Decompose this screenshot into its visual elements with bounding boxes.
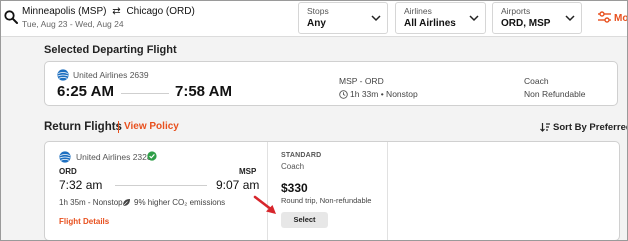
search-dates: Tue, Aug 23 - Wed, Aug 24 xyxy=(22,19,124,29)
depart-time: 7:32 am xyxy=(59,178,103,192)
emissions-info: 9% higher CO₂ emissions xyxy=(134,198,226,207)
filter-label: Stops xyxy=(307,6,329,16)
stops-filter[interactable]: Stops Any xyxy=(298,2,388,34)
select-button[interactable]: Select xyxy=(281,212,328,228)
selected-departing-title: Selected Departing Flight xyxy=(44,44,177,56)
return-flights-title: Return Flights xyxy=(44,121,122,133)
fare-terms: Round trip, Non-refundable xyxy=(281,196,372,205)
flight-results-page: Minneapolis (MSP) ⇄ Chicago (ORD) Tue, A… xyxy=(0,0,628,241)
search-route[interactable]: Minneapolis (MSP) ⇄ Chicago (ORD) xyxy=(22,6,195,17)
duration-text: 1h 33m • Nonstop xyxy=(350,89,418,99)
chevron-down-icon xyxy=(565,15,575,22)
clock-icon xyxy=(339,90,348,99)
view-policy-link[interactable]: View Policy xyxy=(118,121,179,133)
filter-label: Airports xyxy=(501,6,531,16)
filter-label: Airlines xyxy=(404,6,432,16)
destination-text: Chicago (ORD) xyxy=(126,6,195,17)
filter-value: ORD, MSP xyxy=(501,18,551,29)
swap-arrows-icon: ⇄ xyxy=(112,6,121,17)
sort-label: Sort By Preferred xyxy=(553,122,628,133)
search-icon[interactable] xyxy=(4,10,18,24)
search-bar: Minneapolis (MSP) ⇄ Chicago (ORD) Tue, A… xyxy=(1,1,628,37)
selected-departing-card[interactable]: United Airlines 2639 6:25 AM 7:58 AM MSP… xyxy=(44,61,618,106)
origin-code: ORD xyxy=(59,167,77,176)
chevron-down-icon xyxy=(371,15,381,22)
filter-value: All Airlines xyxy=(404,18,456,29)
sort-icon xyxy=(540,123,550,132)
fare-price: $330 xyxy=(281,181,308,195)
sort-button[interactable]: Sort By Preferred xyxy=(540,122,628,133)
airline-name: United Airlines 2639 xyxy=(73,70,149,80)
arrive-time: 7:58 AM xyxy=(175,83,232,100)
airports-filter[interactable]: Airports ORD, MSP xyxy=(492,2,582,34)
arrive-time: 9:07 am xyxy=(216,178,260,192)
verified-check-icon xyxy=(147,151,157,161)
airline-globe-logo xyxy=(57,69,69,81)
airline-name: United Airlines 2328 xyxy=(76,152,152,162)
flight-duration-stops: 1h 35m - Nonstop - xyxy=(59,198,128,207)
depart-time: 6:25 AM xyxy=(57,83,114,100)
airline-globe-logo xyxy=(59,151,71,163)
airlines-filter[interactable]: Airlines All Airlines xyxy=(395,2,486,34)
filter-value: Any xyxy=(307,18,326,29)
flight-path-line xyxy=(121,93,169,94)
fare-tier: STANDARD xyxy=(281,152,322,159)
flight-details-link[interactable]: Flight Details xyxy=(59,217,109,226)
cabin-class: Coach xyxy=(524,76,549,86)
fare-option-standard: STANDARD Coach $330 Round trip, Non-refu… xyxy=(267,142,388,240)
flight-duration: 1h 33m • Nonstop xyxy=(339,89,418,99)
flight-route: MSP - ORD xyxy=(339,76,384,86)
destination-code: MSP xyxy=(239,167,257,176)
fare-cabin: Coach xyxy=(281,162,305,171)
flight-path-line xyxy=(115,185,207,186)
pointer-arrow-icon xyxy=(253,195,276,214)
filter-sliders-icon xyxy=(598,11,611,23)
refund-status: Non Refundable xyxy=(524,89,586,99)
return-flight-card: United Airlines 2328 ORD MSP 7:32 am 9:0… xyxy=(44,141,620,240)
origin-text: Minneapolis (MSP) xyxy=(22,6,107,17)
leaf-icon xyxy=(122,199,130,207)
chevron-down-icon xyxy=(469,15,479,22)
more-filters-label: Mo xyxy=(614,13,628,24)
